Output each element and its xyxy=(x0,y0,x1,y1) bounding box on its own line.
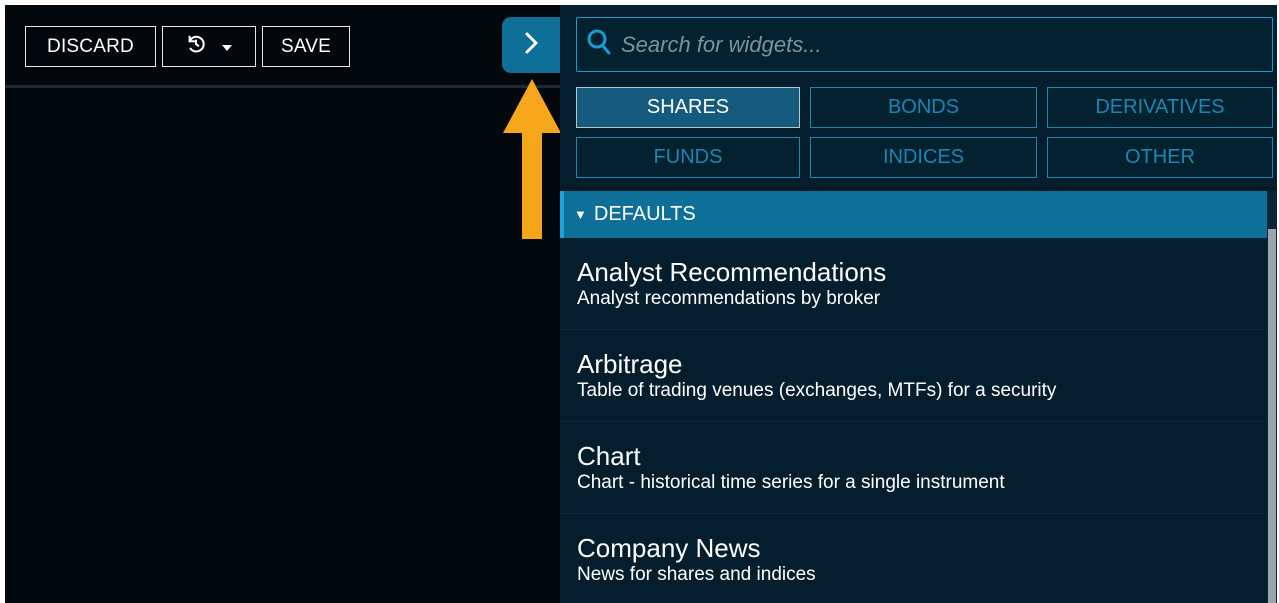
toolbar: DISCARD SAVE xyxy=(25,26,350,67)
filter-other-button[interactable]: OTHER xyxy=(1047,137,1273,178)
filter-funds-button[interactable]: FUNDS xyxy=(576,137,800,178)
discard-button[interactable]: DISCARD xyxy=(25,26,156,67)
search-icon xyxy=(587,29,611,60)
search-box[interactable] xyxy=(576,17,1273,72)
toolbar-divider xyxy=(5,85,560,88)
history-dropdown-button[interactable] xyxy=(162,26,256,67)
section-label: DEFAULTS xyxy=(593,203,696,225)
widget-title: Analyst Recommendations xyxy=(577,257,887,287)
widget-item[interactable]: Chart Chart - historical time series for… xyxy=(560,422,1267,514)
widget-title: Company News xyxy=(577,533,761,563)
filter-shares-button[interactable]: SHARES xyxy=(576,87,800,128)
widget-list: ▼ DEFAULTS Analyst Recommendations Analy… xyxy=(560,191,1277,603)
chevron-right-icon xyxy=(522,30,540,61)
scrollbar-thumb[interactable] xyxy=(1268,229,1276,603)
widget-item[interactable]: Analyst Recommendations Analyst recommen… xyxy=(560,238,1267,330)
widget-description: Chart - historical time series for a sin… xyxy=(577,472,1005,493)
panel-toggle-button[interactable] xyxy=(502,17,560,73)
widget-description: News for shares and indices xyxy=(577,564,816,585)
search-input[interactable] xyxy=(621,31,1261,58)
app-window: DISCARD SAVE Search for widgets... SHARE… xyxy=(5,5,1277,603)
filter-indices-button[interactable]: INDICES xyxy=(810,137,1037,178)
section-header-defaults[interactable]: ▼ DEFAULTS xyxy=(560,191,1267,238)
widget-panel: SHARES BONDS DERIVATIVES FUNDS INDICES O… xyxy=(560,5,1277,603)
widget-title: Arbitrage xyxy=(577,349,683,379)
panel-divider xyxy=(560,187,1277,190)
filter-derivatives-button[interactable]: DERIVATIVES xyxy=(1047,87,1273,128)
scrollbar[interactable] xyxy=(1267,191,1277,603)
widget-item[interactable]: Arbitrage Table of trading venues (excha… xyxy=(560,330,1267,422)
caret-down-icon xyxy=(221,36,233,58)
filter-bonds-button[interactable]: BONDS xyxy=(810,87,1037,128)
category-filters: SHARES BONDS DERIVATIVES FUNDS INDICES O… xyxy=(576,87,1273,178)
annotation-arrow-up-icon xyxy=(503,79,561,246)
save-button[interactable]: SAVE xyxy=(262,26,350,67)
history-icon xyxy=(185,33,207,61)
widget-description: Table of trading venues (exchanges, MTFs… xyxy=(577,380,1057,401)
widget-description: Analyst recommendations by broker xyxy=(577,288,881,309)
caret-down-icon: ▼ xyxy=(574,207,587,222)
widget-item[interactable]: Company News News for shares and indices xyxy=(560,514,1267,603)
widget-title: Chart xyxy=(577,441,641,471)
